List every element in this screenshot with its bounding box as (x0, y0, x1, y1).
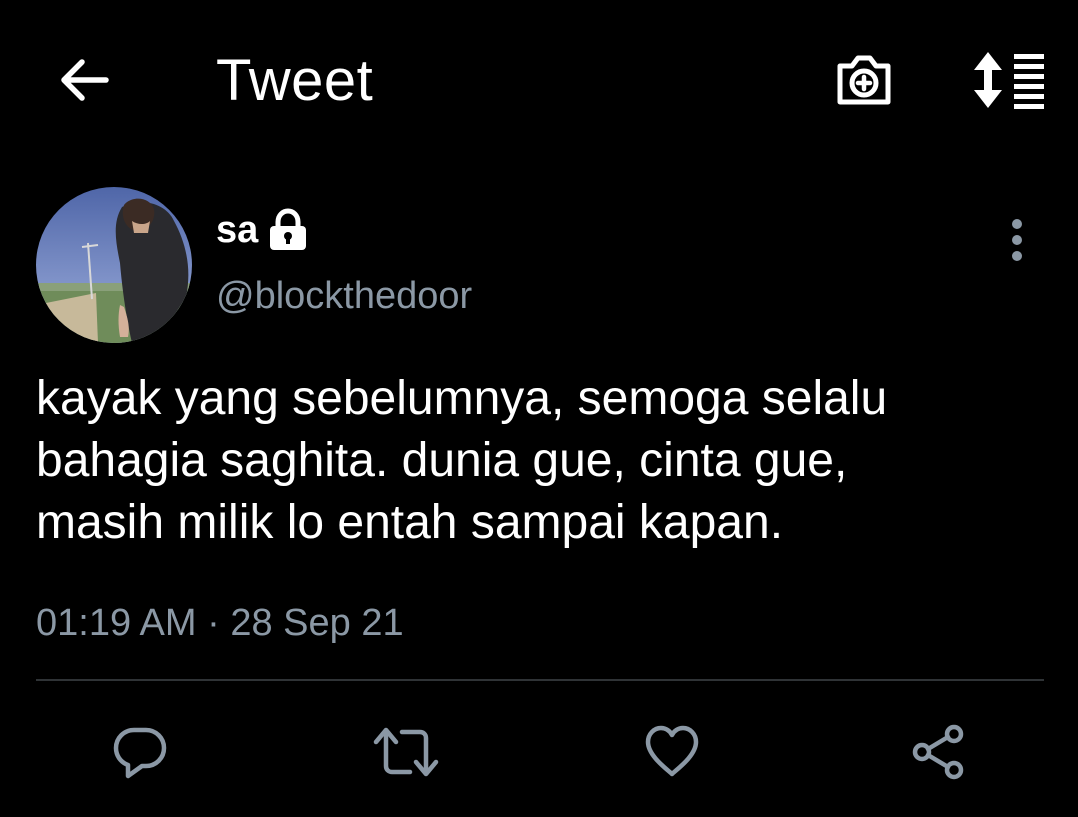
sort-list-icon (974, 52, 1044, 109)
sort-button[interactable] (966, 44, 1050, 116)
tweet-text-line: kayak yang sebelumnya, semoga selalu (36, 372, 888, 425)
page-title: Tweet (216, 48, 374, 113)
camera-add-icon (837, 55, 891, 105)
avatar[interactable] (36, 187, 192, 343)
share-icon (912, 724, 964, 780)
tweet-text: kayak yang sebelumnya, semoga selalu bah… (36, 368, 1046, 554)
reply-icon (113, 727, 167, 779)
arrow-left-icon (61, 59, 109, 101)
camera-button[interactable] (828, 44, 900, 116)
avatar-photo (36, 187, 192, 343)
like-button[interactable] (636, 716, 708, 788)
author-name-row: sa (216, 205, 310, 255)
retweet-button[interactable] (370, 716, 442, 788)
tweet-text-line: bahagia saghita. dunia gue, cinta gue, (36, 434, 848, 487)
lock-icon (266, 208, 310, 252)
share-button[interactable] (902, 716, 974, 788)
user-handle[interactable]: @blockthedoor (216, 272, 472, 320)
tweet-timestamp[interactable]: 01:19 AM · 28 Sep 21 (36, 598, 404, 648)
display-name[interactable]: sa (216, 205, 258, 255)
more-vertical-icon (1012, 219, 1022, 261)
retweet-icon (373, 727, 439, 777)
reply-button[interactable] (104, 716, 176, 788)
back-button[interactable] (52, 52, 116, 108)
heart-icon (645, 725, 699, 777)
more-options-button[interactable] (994, 212, 1040, 268)
top-app-bar: Tweet (0, 0, 1078, 160)
tweet-text-line: masih milik lo entah sampai kapan. (36, 496, 784, 549)
divider (36, 679, 1044, 681)
